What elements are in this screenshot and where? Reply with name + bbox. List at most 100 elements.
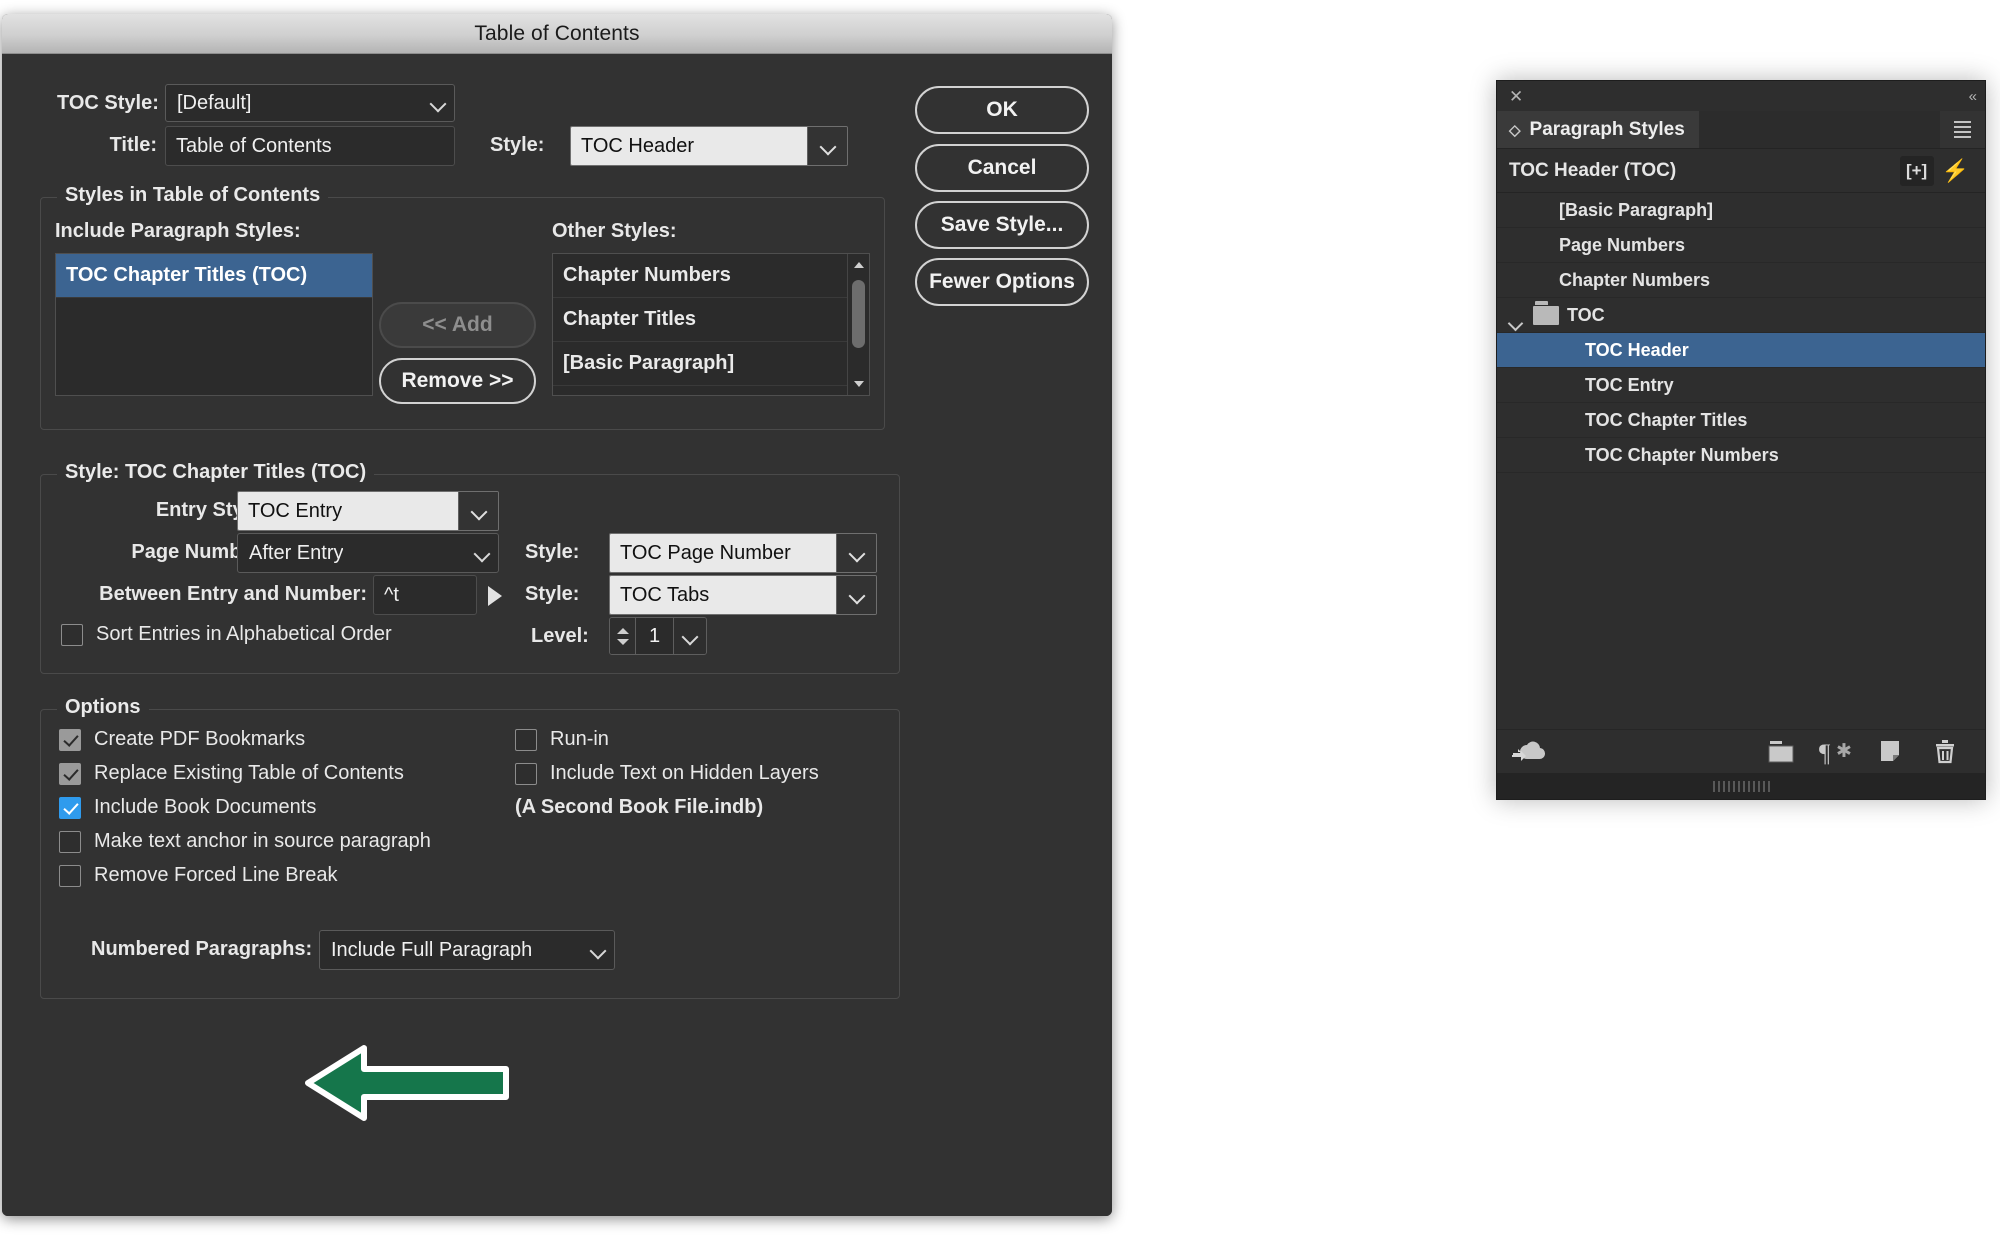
include-hidden-layers-row[interactable]: Include Text on Hidden Layers <box>515 762 819 785</box>
grip-dots-icon <box>1712 780 1770 792</box>
run-in-label: Run-in <box>550 728 609 750</box>
list-item[interactable]: Chapter Numbers <box>553 254 869 298</box>
list-item[interactable]: Chapter Numbers <box>1497 263 1985 298</box>
level-stepper-arrows[interactable] <box>610 618 636 654</box>
scroll-down-button[interactable] <box>848 373 869 395</box>
between-style-dropdown-button[interactable] <box>836 576 876 614</box>
cloud-sync-icon[interactable] <box>1511 739 1551 765</box>
list-item[interactable]: TOC Header <box>1497 333 1985 368</box>
make-text-anchor-checkbox[interactable] <box>59 830 81 853</box>
save-style-button[interactable]: Save Style... <box>915 201 1089 249</box>
create-pdf-bookmarks-checkbox[interactable] <box>59 728 81 751</box>
page-number-style-label: Style: <box>525 541 580 563</box>
table-of-contents-dialog: Table of Contents TOC Style: [Default] T… <box>2 14 1112 1216</box>
page-number-style-select[interactable]: TOC Page Number <box>609 533 877 573</box>
other-styles-label: Other Styles: <box>552 220 677 242</box>
title-label: Title: <box>109 134 157 156</box>
clear-overrides-icon[interactable]: [+] <box>1899 155 1934 186</box>
book-file-name: (A Second Book File.indb) <box>515 796 764 818</box>
remove-forced-line-break-checkbox[interactable] <box>59 864 81 887</box>
green-left-arrow-annotation <box>305 1045 509 1121</box>
remove-forced-line-break-row[interactable]: Remove Forced Line Break <box>59 864 337 887</box>
ok-button[interactable]: OK <box>915 86 1089 134</box>
list-item-group-toc[interactable]: TOC <box>1497 298 1985 333</box>
between-entry-and-number-input[interactable]: ^t <box>373 575 477 615</box>
special-characters-menu-icon[interactable] <box>488 586 502 606</box>
remove-forced-line-break-label: Remove Forced Line Break <box>94 864 338 886</box>
between-style-value: TOC Tabs <box>610 576 836 614</box>
include-book-documents-row[interactable]: Include Book Documents <box>59 796 316 819</box>
close-icon[interactable]: ✕ <box>1509 88 1523 105</box>
add-button-label: << Add <box>422 313 493 336</box>
replace-existing-toc-row[interactable]: Replace Existing Table of Contents <box>59 762 404 785</box>
sort-entries-checkbox-row[interactable]: Sort Entries in Alphabetical Order <box>61 623 392 646</box>
title-style-value: TOC Header <box>571 127 807 165</box>
svg-text:✱: ✱ <box>1836 741 1852 762</box>
include-book-documents-checkbox[interactable] <box>59 796 81 819</box>
list-item[interactable]: TOC Entry <box>1497 368 1985 403</box>
list-item[interactable]: Chapter Titles <box>553 298 869 342</box>
chevron-down-icon <box>820 138 836 154</box>
other-styles-scrollbar[interactable] <box>847 254 869 395</box>
fewer-options-button[interactable]: Fewer Options <box>915 258 1089 306</box>
entry-style-value: TOC Entry <box>238 492 458 530</box>
run-in-row[interactable]: Run-in <box>515 728 609 751</box>
create-pdf-bookmarks-label: Create PDF Bookmarks <box>94 728 306 750</box>
level-stepper[interactable]: 1 <box>609 617 707 655</box>
include-paragraph-styles-label: Include Paragraph Styles: <box>55 220 301 242</box>
list-item[interactable]: Page Numbers <box>553 386 869 395</box>
panel-resize-grip[interactable] <box>1497 773 1985 799</box>
new-style-icon[interactable] <box>1877 738 1909 766</box>
list-item[interactable]: Page Numbers <box>1497 228 1985 263</box>
include-paragraph-styles-list[interactable]: TOC Chapter Titles (TOC) <box>55 253 373 396</box>
numbered-paragraphs-select[interactable]: Include Full Paragraph <box>319 930 615 970</box>
chevron-down-icon <box>853 381 864 387</box>
tab-paragraph-styles[interactable]: ◇ Paragraph Styles <box>1497 111 1699 148</box>
between-style-select[interactable]: TOC Tabs <box>609 575 877 615</box>
list-item[interactable]: TOC Chapter Numbers <box>1497 438 1985 473</box>
panel-close-row: ✕ « <box>1497 81 1985 111</box>
list-item[interactable]: [Basic Paragraph] <box>1497 193 1985 228</box>
chevron-down-icon <box>471 503 487 519</box>
remove-button-label: Remove >> <box>401 369 514 392</box>
make-text-anchor-row[interactable]: Make text anchor in source paragraph <box>59 830 431 853</box>
toc-style-select[interactable]: [Default] <box>165 84 455 122</box>
list-item[interactable]: [Basic Paragraph] <box>553 342 869 386</box>
title-input[interactable]: Table of Contents <box>165 126 455 166</box>
entry-style-select[interactable]: TOC Entry <box>237 491 499 531</box>
chevron-down-icon <box>590 942 606 958</box>
list-item[interactable]: TOC Chapter Titles <box>1497 403 1985 438</box>
create-pdf-bookmarks-row[interactable]: Create PDF Bookmarks <box>59 728 305 751</box>
include-hidden-layers-checkbox[interactable] <box>515 762 537 785</box>
entry-style-dropdown-button[interactable] <box>458 492 498 530</box>
title-style-select[interactable]: TOC Header <box>570 126 848 166</box>
other-styles-list[interactable]: Chapter Numbers Chapter Titles [Basic Pa… <box>552 253 870 396</box>
level-dropdown-button[interactable] <box>674 618 706 654</box>
delete-style-icon[interactable] <box>1929 737 1963 767</box>
page-number-style-dropdown-button[interactable] <box>836 534 876 572</box>
replace-existing-toc-checkbox[interactable] <box>59 762 81 785</box>
list-item[interactable]: TOC Chapter Titles (TOC) <box>56 254 372 298</box>
clear-overrides-icon[interactable]: ¶ ✱ <box>1819 738 1857 766</box>
run-in-checkbox[interactable] <box>515 728 537 751</box>
paragraph-styles-list[interactable]: [Basic Paragraph] Page Numbers Chapter N… <box>1497 193 1985 693</box>
new-style-group-icon[interactable] <box>1765 738 1799 766</box>
styles-in-toc-group-title: Styles in Table of Contents <box>57 184 329 207</box>
title-style-dropdown-button[interactable] <box>807 127 847 165</box>
level-value[interactable]: 1 <box>636 618 674 654</box>
scrollbar-thumb[interactable] <box>852 280 865 348</box>
sort-entries-checkbox[interactable] <box>61 623 83 646</box>
add-button[interactable]: << Add <box>379 302 536 348</box>
page-number-select[interactable]: After Entry <box>237 533 499 573</box>
save-style-button-label: Save Style... <box>940 213 1064 236</box>
scroll-up-button[interactable] <box>848 254 869 276</box>
ok-button-label: OK <box>986 98 1018 121</box>
fewer-options-button-label: Fewer Options <box>929 270 1075 293</box>
panel-menu-icon[interactable] <box>1940 111 1985 148</box>
cancel-button[interactable]: Cancel <box>915 144 1089 192</box>
quick-apply-icon[interactable]: ⚡ <box>1934 158 1977 184</box>
toc-style-label: TOC Style: <box>57 92 159 114</box>
chevron-down-icon <box>682 628 698 644</box>
remove-button[interactable]: Remove >> <box>379 358 536 404</box>
collapse-panel-icon[interactable]: « <box>1969 88 1977 105</box>
